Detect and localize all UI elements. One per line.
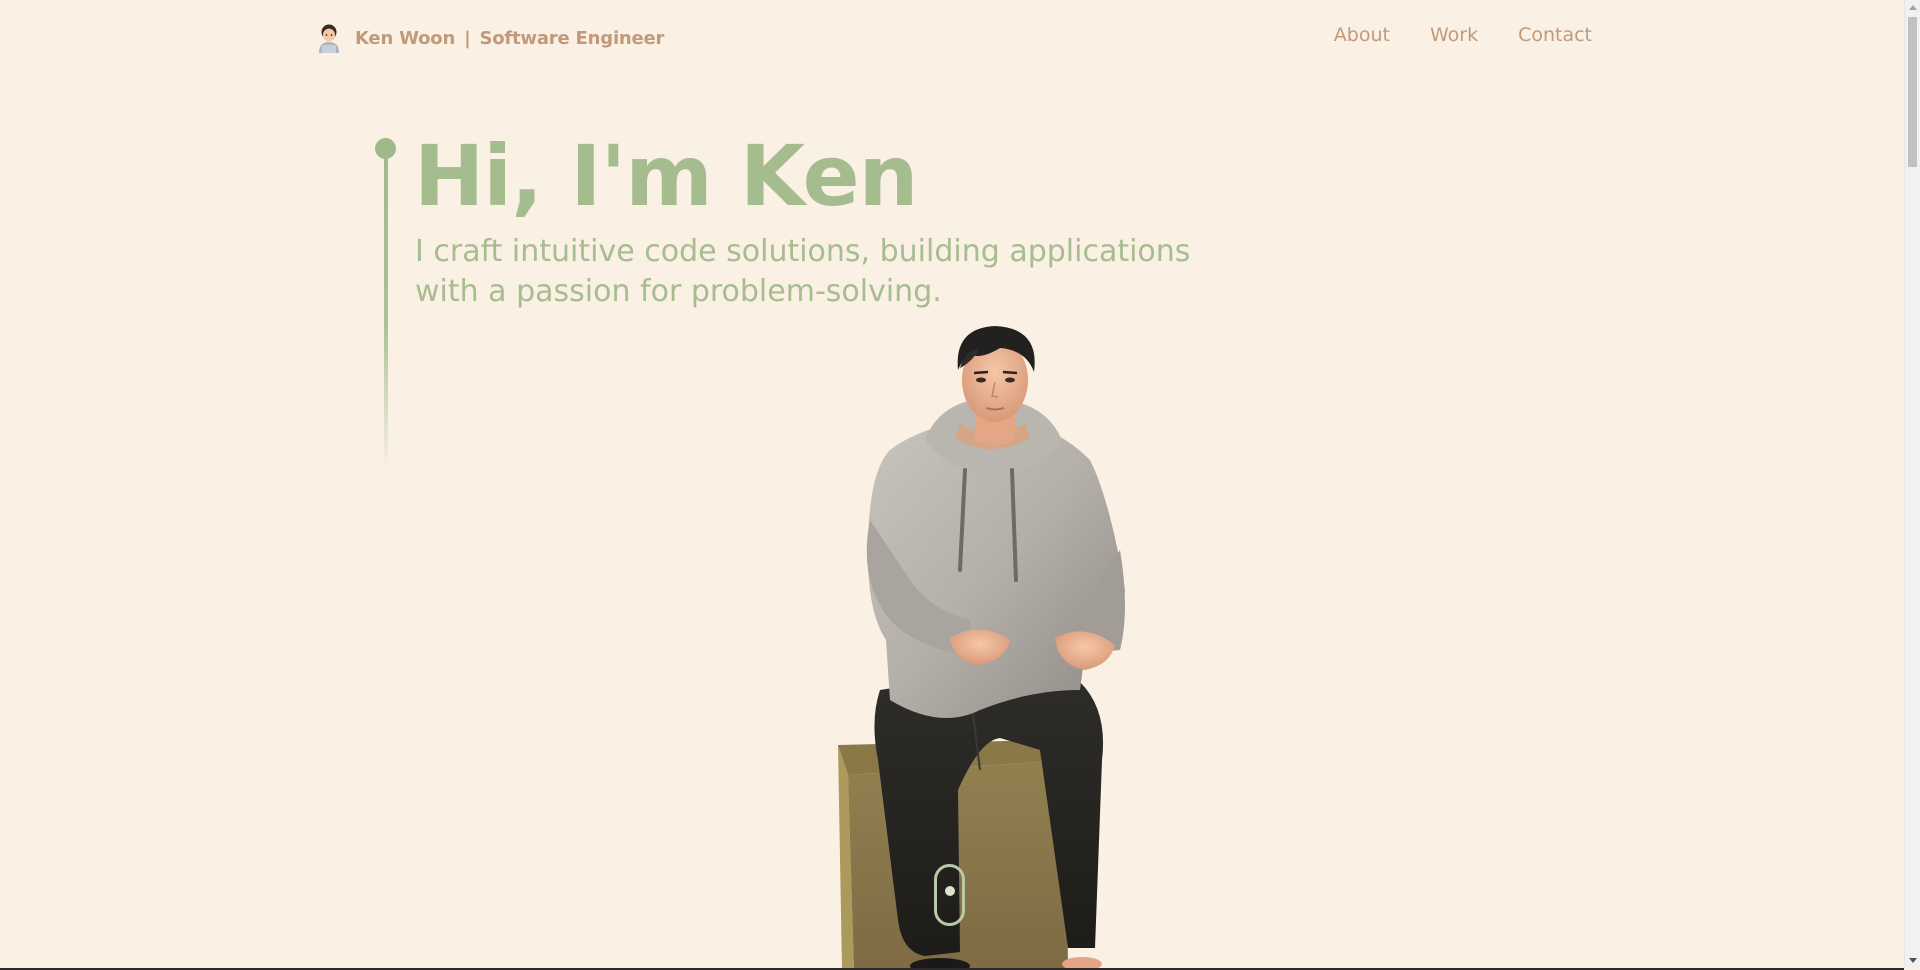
scrollbar-thumb[interactable] [1908, 17, 1917, 167]
memoji-avatar-icon [317, 23, 341, 53]
nav-link-about[interactable]: About [1334, 24, 1390, 46]
hero-subtitle: I craft intuitive code solutions, buildi… [415, 234, 1191, 309]
nav-link-contact[interactable]: Contact [1518, 24, 1592, 46]
scroll-up-arrow-icon[interactable] [1909, 5, 1917, 10]
top-navbar: Ken Woon | Software Engineer About Work … [0, 0, 1904, 76]
hero-vertical-line [384, 140, 388, 470]
brand-separator: | [464, 27, 471, 49]
brand-job-title: Software Engineer [479, 27, 665, 49]
scroll-down-arrow-icon[interactable] [1909, 958, 1917, 963]
nav-link-work[interactable]: Work [1430, 24, 1478, 46]
3d-character-canvas[interactable] [830, 320, 1160, 970]
hoodie [866, 398, 1125, 718]
nav-links: About Work Contact [1294, 24, 1592, 46]
brand-home-link[interactable]: Ken Woon | Software Engineer [317, 23, 664, 53]
brand-name: Ken Woon [355, 27, 456, 49]
mouse-scroll-icon[interactable] [934, 864, 965, 926]
hero-line-dot [375, 138, 396, 159]
hero-title: Hi, I'm Ken [414, 127, 918, 225]
scroll-wheel-dot [944, 886, 955, 896]
page-scrollbar[interactable] [1904, 0, 1920, 968]
